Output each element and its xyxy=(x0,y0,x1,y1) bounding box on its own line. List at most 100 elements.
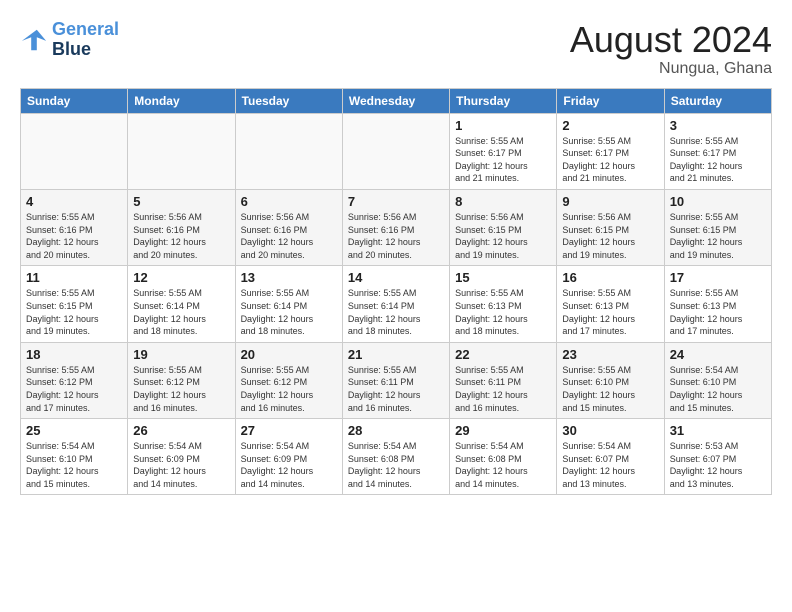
day-info: Sunrise: 5:56 AM Sunset: 6:15 PM Dayligh… xyxy=(455,211,551,261)
day-number: 10 xyxy=(670,194,766,209)
calendar-cell: 15 Sunrise: 5:55 AM Sunset: 6:13 PM Dayli… xyxy=(450,266,557,342)
calendar-body: 1 Sunrise: 5:55 AM Sunset: 6:17 PM Daylig… xyxy=(21,113,772,495)
calendar-cell: 31 Sunrise: 5:53 AM Sunset: 6:07 PM Dayli… xyxy=(664,419,771,495)
day-info: Sunrise: 5:55 AM Sunset: 6:12 PM Dayligh… xyxy=(26,364,122,414)
calendar-cell: 1 Sunrise: 5:55 AM Sunset: 6:17 PM Daylig… xyxy=(450,113,557,189)
calendar-cell: 5 Sunrise: 5:56 AM Sunset: 6:16 PM Daylig… xyxy=(128,189,235,265)
calendar-cell xyxy=(21,113,128,189)
logo-icon xyxy=(20,26,48,54)
day-number: 4 xyxy=(26,194,122,209)
day-number: 19 xyxy=(133,347,229,362)
calendar-table: SundayMondayTuesdayWednesdayThursdayFrid… xyxy=(20,88,772,496)
day-number: 26 xyxy=(133,423,229,438)
day-number: 28 xyxy=(348,423,444,438)
day-number: 29 xyxy=(455,423,551,438)
calendar-cell xyxy=(342,113,449,189)
day-info: Sunrise: 5:55 AM Sunset: 6:13 PM Dayligh… xyxy=(670,287,766,337)
day-number: 11 xyxy=(26,270,122,285)
day-number: 5 xyxy=(133,194,229,209)
calendar-header-thursday: Thursday xyxy=(450,88,557,113)
calendar-header-wednesday: Wednesday xyxy=(342,88,449,113)
day-info: Sunrise: 5:55 AM Sunset: 6:17 PM Dayligh… xyxy=(455,135,551,185)
day-number: 31 xyxy=(670,423,766,438)
calendar-cell: 24Sunrise: 5:54 AM Sunset: 6:10 PM Dayli… xyxy=(664,342,771,418)
calendar-cell: 17Sunrise: 5:55 AM Sunset: 6:13 PM Dayli… xyxy=(664,266,771,342)
calendar-cell: 26 Sunrise: 5:54 AM Sunset: 6:09 PM Dayli… xyxy=(128,419,235,495)
calendar-week-5: 25 Sunrise: 5:54 AM Sunset: 6:10 PM Dayli… xyxy=(21,419,772,495)
day-number: 3 xyxy=(670,118,766,133)
day-number: 14 xyxy=(348,270,444,285)
day-info: Sunrise: 5:55 AM Sunset: 6:14 PM Dayligh… xyxy=(133,287,229,337)
day-info: Sunrise: 5:54 AM Sunset: 6:08 PM Dayligh… xyxy=(455,440,551,490)
calendar-cell: 10 Sunrise: 5:55 AM Sunset: 6:15 PM Dayli… xyxy=(664,189,771,265)
day-number: 13 xyxy=(241,270,337,285)
calendar-cell xyxy=(128,113,235,189)
day-number: 12 xyxy=(133,270,229,285)
calendar-week-2: 4Sunrise: 5:55 AM Sunset: 6:16 PM Daylig… xyxy=(21,189,772,265)
logo-text: General Blue xyxy=(52,20,119,60)
day-info: Sunrise: 5:55 AM Sunset: 6:12 PM Dayligh… xyxy=(133,364,229,414)
calendar-cell: 8 Sunrise: 5:56 AM Sunset: 6:15 PM Daylig… xyxy=(450,189,557,265)
calendar-cell: 20Sunrise: 5:55 AM Sunset: 6:12 PM Dayli… xyxy=(235,342,342,418)
day-number: 8 xyxy=(455,194,551,209)
day-info: Sunrise: 5:56 AM Sunset: 6:15 PM Dayligh… xyxy=(562,211,658,261)
day-info: Sunrise: 5:55 AM Sunset: 6:13 PM Dayligh… xyxy=(455,287,551,337)
day-number: 7 xyxy=(348,194,444,209)
day-info: Sunrise: 5:55 AM Sunset: 6:17 PM Dayligh… xyxy=(670,135,766,185)
day-info: Sunrise: 5:54 AM Sunset: 6:09 PM Dayligh… xyxy=(241,440,337,490)
calendar-header-row: SundayMondayTuesdayWednesdayThursdayFrid… xyxy=(21,88,772,113)
calendar-cell: 28 Sunrise: 5:54 AM Sunset: 6:08 PM Dayli… xyxy=(342,419,449,495)
day-info: Sunrise: 5:55 AM Sunset: 6:10 PM Dayligh… xyxy=(562,364,658,414)
day-number: 22 xyxy=(455,347,551,362)
calendar-week-3: 11 Sunrise: 5:55 AM Sunset: 6:15 PM Dayli… xyxy=(21,266,772,342)
calendar-cell: 14 Sunrise: 5:55 AM Sunset: 6:14 PM Dayli… xyxy=(342,266,449,342)
day-number: 23 xyxy=(562,347,658,362)
month-year: August 2024 xyxy=(570,20,772,60)
page-header: General Blue August 2024 Nungua, Ghana xyxy=(20,20,772,78)
day-info: Sunrise: 5:55 AM Sunset: 6:14 PM Dayligh… xyxy=(241,287,337,337)
day-number: 25 xyxy=(26,423,122,438)
calendar-cell: 30Sunrise: 5:54 AM Sunset: 6:07 PM Dayli… xyxy=(557,419,664,495)
day-number: 15 xyxy=(455,270,551,285)
calendar-cell: 23 Sunrise: 5:55 AM Sunset: 6:10 PM Dayli… xyxy=(557,342,664,418)
day-number: 20 xyxy=(241,347,337,362)
calendar-cell: 12 Sunrise: 5:55 AM Sunset: 6:14 PM Dayli… xyxy=(128,266,235,342)
calendar-week-4: 18Sunrise: 5:55 AM Sunset: 6:12 PM Dayli… xyxy=(21,342,772,418)
day-number: 21 xyxy=(348,347,444,362)
day-info: Sunrise: 5:56 AM Sunset: 6:16 PM Dayligh… xyxy=(133,211,229,261)
day-info: Sunrise: 5:56 AM Sunset: 6:16 PM Dayligh… xyxy=(241,211,337,261)
calendar-cell: 19 Sunrise: 5:55 AM Sunset: 6:12 PM Dayli… xyxy=(128,342,235,418)
day-info: Sunrise: 5:55 AM Sunset: 6:15 PM Dayligh… xyxy=(26,287,122,337)
calendar-header-sunday: Sunday xyxy=(21,88,128,113)
day-info: Sunrise: 5:56 AM Sunset: 6:16 PM Dayligh… xyxy=(348,211,444,261)
calendar-cell: 18Sunrise: 5:55 AM Sunset: 6:12 PM Dayli… xyxy=(21,342,128,418)
calendar-header-tuesday: Tuesday xyxy=(235,88,342,113)
calendar-cell: 21Sunrise: 5:55 AM Sunset: 6:11 PM Dayli… xyxy=(342,342,449,418)
day-info: Sunrise: 5:54 AM Sunset: 6:08 PM Dayligh… xyxy=(348,440,444,490)
day-info: Sunrise: 5:55 AM Sunset: 6:11 PM Dayligh… xyxy=(455,364,551,414)
calendar-cell: 29 Sunrise: 5:54 AM Sunset: 6:08 PM Dayli… xyxy=(450,419,557,495)
day-info: Sunrise: 5:55 AM Sunset: 6:17 PM Dayligh… xyxy=(562,135,658,185)
day-info: Sunrise: 5:55 AM Sunset: 6:14 PM Dayligh… xyxy=(348,287,444,337)
calendar-cell: 13 Sunrise: 5:55 AM Sunset: 6:14 PM Dayli… xyxy=(235,266,342,342)
logo: General Blue xyxy=(20,20,119,60)
calendar-cell: 2Sunrise: 5:55 AM Sunset: 6:17 PM Daylig… xyxy=(557,113,664,189)
calendar-cell: 22 Sunrise: 5:55 AM Sunset: 6:11 PM Dayli… xyxy=(450,342,557,418)
day-info: Sunrise: 5:54 AM Sunset: 6:09 PM Dayligh… xyxy=(133,440,229,490)
day-number: 16 xyxy=(562,270,658,285)
day-info: Sunrise: 5:54 AM Sunset: 6:10 PM Dayligh… xyxy=(26,440,122,490)
calendar-header-saturday: Saturday xyxy=(664,88,771,113)
calendar-cell: 25 Sunrise: 5:54 AM Sunset: 6:10 PM Dayli… xyxy=(21,419,128,495)
day-info: Sunrise: 5:53 AM Sunset: 6:07 PM Dayligh… xyxy=(670,440,766,490)
calendar-week-1: 1 Sunrise: 5:55 AM Sunset: 6:17 PM Daylig… xyxy=(21,113,772,189)
day-number: 1 xyxy=(455,118,551,133)
calendar-cell: 27 Sunrise: 5:54 AM Sunset: 6:09 PM Dayli… xyxy=(235,419,342,495)
day-info: Sunrise: 5:54 AM Sunset: 6:07 PM Dayligh… xyxy=(562,440,658,490)
calendar-header-friday: Friday xyxy=(557,88,664,113)
calendar-cell: 9Sunrise: 5:56 AM Sunset: 6:15 PM Daylig… xyxy=(557,189,664,265)
calendar-cell: 6Sunrise: 5:56 AM Sunset: 6:16 PM Daylig… xyxy=(235,189,342,265)
day-number: 24 xyxy=(670,347,766,362)
location: Nungua, Ghana xyxy=(570,60,772,78)
day-number: 27 xyxy=(241,423,337,438)
day-info: Sunrise: 5:55 AM Sunset: 6:15 PM Dayligh… xyxy=(670,211,766,261)
